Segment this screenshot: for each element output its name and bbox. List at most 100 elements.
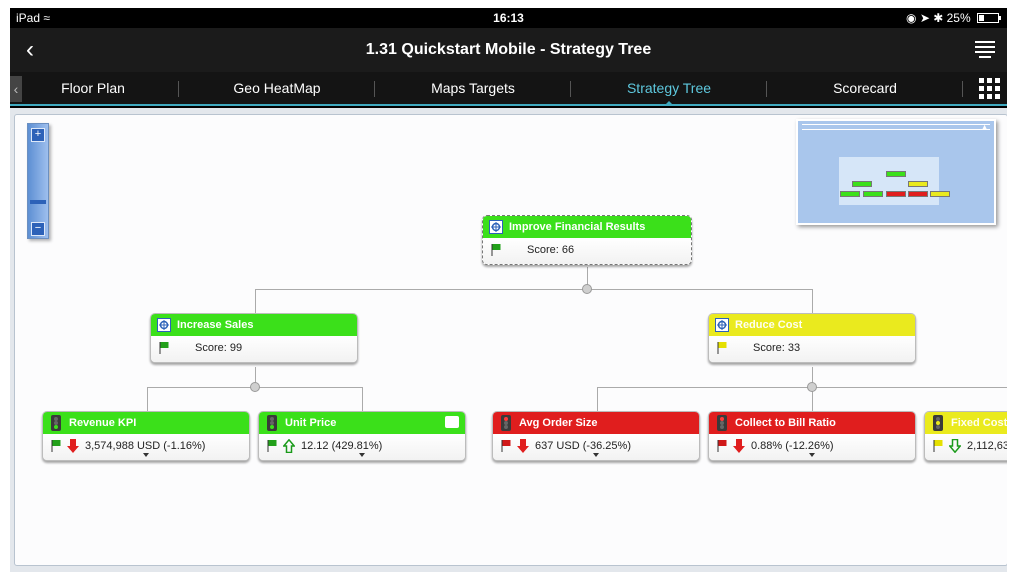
battery-icon <box>977 13 1001 23</box>
menu-icon[interactable] <box>975 38 995 60</box>
minimap-node <box>840 191 860 197</box>
zoom-in-button[interactable]: + <box>31 128 45 142</box>
expand-arrow-icon[interactable] <box>143 453 149 460</box>
zoom-out-button[interactable]: − <box>31 222 45 236</box>
tab-maps-targets[interactable]: Maps Targets <box>376 72 570 104</box>
status-bar: iPad ≈ 16:13 ◉ ➤ ✱ 25% <box>10 8 1007 28</box>
tab-divider <box>570 81 571 97</box>
battery-level <box>979 15 984 21</box>
node-title: Collect to Bill Ratio <box>735 417 836 429</box>
node-score: Score: 33 <box>753 342 801 354</box>
objective-icon <box>157 318 171 332</box>
minimap-node <box>886 191 906 197</box>
battery-percent: 25% <box>946 11 971 25</box>
yellow-flag-icon <box>717 342 727 354</box>
green-flag-icon <box>267 440 277 452</box>
tab-strategy-tree[interactable]: Strategy Tree <box>572 72 766 106</box>
objective-icon <box>489 220 503 234</box>
tab-floor-plan[interactable]: Floor Plan <box>22 72 164 104</box>
node-header: Revenue KPI <box>43 412 249 434</box>
node-title: Fixed Cost <box>951 417 1007 429</box>
minimap-collapse-icon[interactable]: ▲ <box>981 124 988 131</box>
green-flag-icon <box>51 440 61 452</box>
node-increase-sales[interactable]: Increase Sales Score: 99 <box>150 313 358 363</box>
minimap-node <box>930 191 950 197</box>
minimap-node <box>908 191 928 197</box>
expand-junction[interactable] <box>250 382 260 392</box>
ipad-screen: iPad ≈ 16:13 ◉ ➤ ✱ 25% ‹ 1.31 Quickstart… <box>10 8 1007 572</box>
node-value: 12.12 (429.81%) <box>301 440 383 452</box>
node-header: Increase Sales <box>151 314 357 336</box>
arrow-up-icon <box>283 439 295 453</box>
node-title: Avg Order Size <box>519 417 598 429</box>
tree-connector <box>255 289 256 313</box>
node-score: Score: 66 <box>527 244 575 256</box>
apps-grid-icon[interactable] <box>979 78 1001 100</box>
arrow-down-icon <box>517 439 529 453</box>
node-avg-order-size[interactable]: Avg Order Size 637 USD (-36.25%) <box>492 411 700 461</box>
arrow-down-outline-icon <box>949 439 961 453</box>
tab-geo-heatmap[interactable]: Geo HeatMap <box>180 72 374 104</box>
node-fixed-cost[interactable]: Fixed Cost 2,112,63 <box>924 411 1007 461</box>
node-body: 2,112,63 <box>925 434 1007 460</box>
node-body: Score: 33 <box>709 336 915 362</box>
objective-icon <box>715 318 729 332</box>
tab-bar: ‹ Floor Plan Geo HeatMap Maps Targets St… <box>10 72 1007 106</box>
node-body: Score: 66 <box>483 238 691 264</box>
node-reduce-cost[interactable]: Reduce Cost Score: 33 <box>708 313 916 363</box>
node-score: Score: 99 <box>195 342 243 354</box>
comment-icon[interactable] <box>445 416 459 428</box>
node-collect-to-bill-ratio[interactable]: Collect to Bill Ratio 0.88% (-12.26%) <box>708 411 916 461</box>
yellow-flag-icon <box>933 440 943 452</box>
tree-connector <box>147 387 148 411</box>
expand-arrow-icon[interactable] <box>593 453 599 460</box>
node-header: Unit Price <box>259 412 465 434</box>
node-body: 637 USD (-36.25%) <box>493 434 699 460</box>
expand-arrow-icon[interactable] <box>809 453 815 460</box>
chevron-left-icon[interactable]: ‹ <box>10 76 22 102</box>
node-body: 12.12 (429.81%) <box>259 434 465 460</box>
arrow-down-icon <box>733 439 745 453</box>
tree-overview-minimap[interactable]: ▲ <box>796 119 996 225</box>
node-unit-price[interactable]: Unit Price 12.12 (429.81%) <box>258 411 466 461</box>
node-improve-financial-results[interactable]: Improve Financial Results Score: 66 <box>482 215 692 265</box>
minimap-node <box>886 171 906 177</box>
tree-connector <box>812 289 813 313</box>
tab-scorecard[interactable]: Scorecard <box>768 72 962 104</box>
expand-arrow-icon[interactable] <box>359 453 365 460</box>
node-title: Revenue KPI <box>69 417 137 429</box>
zoom-slider-handle[interactable] <box>30 200 46 204</box>
node-title: Unit Price <box>285 417 337 429</box>
tab-divider <box>766 81 767 97</box>
strategy-tree-canvas[interactable]: + − ▲ Improve Financial Results Score: 6… <box>14 114 1007 566</box>
node-revenue-kpi[interactable]: Revenue KPI 3,574,988 USD (-1.16%) <box>42 411 250 461</box>
minimap-titlebar <box>802 124 990 130</box>
zoom-slider[interactable]: + − <box>27 123 49 239</box>
arrow-down-icon <box>67 439 79 453</box>
red-flag-icon <box>501 440 511 452</box>
expand-junction[interactable] <box>582 284 592 294</box>
tree-connector <box>597 387 598 411</box>
strategy-tree-area: + − ▲ Improve Financial Results Score: 6… <box>10 108 1007 572</box>
lock-rotation-icon: ◉ <box>905 11 917 25</box>
node-value: 0.88% (-12.26%) <box>751 440 834 452</box>
tree-connector <box>597 387 1007 388</box>
tree-connector <box>255 289 813 290</box>
green-flag-icon <box>491 244 501 256</box>
green-flag-icon <box>159 342 169 354</box>
traffic-light-icon <box>501 415 511 431</box>
node-header: Fixed Cost <box>925 412 1007 434</box>
clock: 16:13 <box>493 11 524 25</box>
navigation-bar: ‹ 1.31 Quickstart Mobile - Strategy Tree <box>10 28 1007 72</box>
node-body: Score: 99 <box>151 336 357 362</box>
traffic-light-icon <box>267 415 277 431</box>
minimap-node <box>852 181 872 187</box>
node-value: 2,112,63 <box>967 440 1007 452</box>
traffic-light-icon <box>933 415 943 431</box>
expand-junction[interactable] <box>807 382 817 392</box>
node-body: 0.88% (-12.26%) <box>709 434 915 460</box>
minimap-node <box>863 191 883 197</box>
page-title: 1.31 Quickstart Mobile - Strategy Tree <box>365 41 652 58</box>
traffic-light-icon <box>717 415 727 431</box>
node-title: Reduce Cost <box>735 319 803 331</box>
